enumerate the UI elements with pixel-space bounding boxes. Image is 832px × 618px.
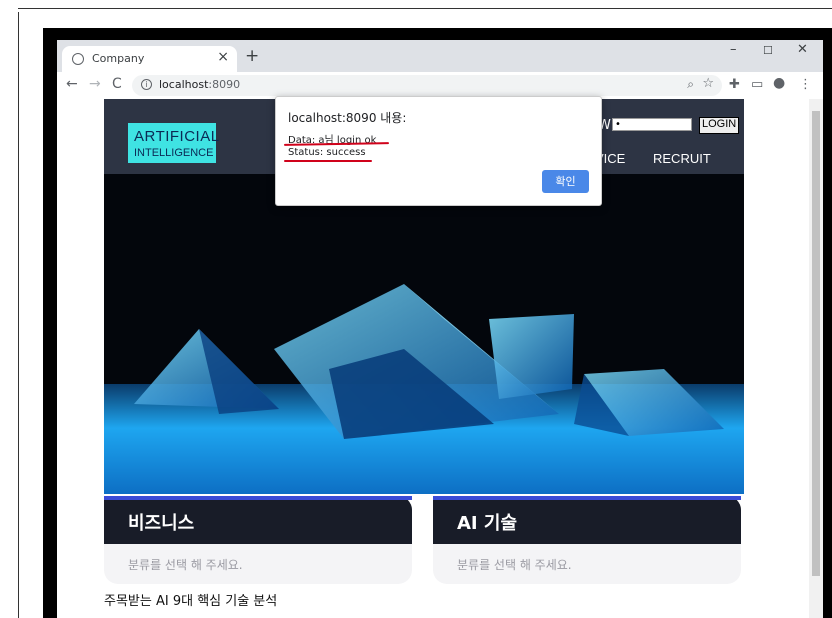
article-caption[interactable]: 주목받는 AI 9대 핵심 기술 분석: [104, 590, 277, 609]
browser-toolbar: ← → C i localhost:8090 ⌕ ☆ ✚ ▭ ● ⋮: [57, 72, 823, 99]
password-input[interactable]: •: [612, 118, 692, 131]
extensions-puzzle-icon[interactable]: ✚: [729, 77, 740, 92]
reload-icon[interactable]: C: [112, 76, 122, 92]
cast-icon[interactable]: ▭: [751, 77, 763, 92]
hero-image: [104, 174, 744, 494]
frame-top-line: [18, 8, 832, 9]
site-logo[interactable]: ARTIFICIAL INTELLIGENCE: [128, 123, 219, 163]
tab-company[interactable]: Company ×: [62, 46, 237, 73]
back-icon[interactable]: ←: [66, 76, 78, 92]
tab-title: Company: [92, 52, 145, 65]
card-business-placeholder: 분류를 선택 해 주세요.: [128, 558, 243, 572]
scrollbar[interactable]: [809, 99, 823, 618]
card-business-select[interactable]: 분류를 선택 해 주세요.: [104, 544, 412, 584]
bookmark-star-icon[interactable]: ☆: [702, 76, 714, 91]
address-bar[interactable]: i localhost:8090 ⌕ ☆: [132, 75, 722, 96]
alert-dialog: localhost:8090 내용: Data: a님 login ok Sta…: [275, 96, 602, 206]
ok-button[interactable]: 확인: [542, 170, 589, 193]
frame-left-line: [18, 12, 19, 618]
login-button[interactable]: LOGIN: [699, 117, 740, 134]
minimize-button[interactable]: –: [730, 42, 737, 57]
dialog-status-line: Status: success: [288, 147, 366, 158]
dialog-title: localhost:8090 내용:: [288, 111, 407, 125]
profile-avatar-icon[interactable]: ●: [773, 75, 785, 91]
zoom-icon[interactable]: ⌕: [687, 77, 694, 92]
maximize-button[interactable]: ☐: [763, 44, 773, 57]
card-business-title: 비즈니스: [128, 513, 195, 534]
forward-icon[interactable]: →: [89, 76, 101, 92]
globe-icon: [72, 53, 84, 65]
browser-menu-icon[interactable]: ⋮: [799, 77, 812, 92]
nav-item-recruit[interactable]: RECRUIT: [653, 151, 711, 166]
card-ai-tech[interactable]: AI 기술 분류를 선택 해 주세요.: [433, 496, 741, 586]
card-ai-tech-placeholder: 분류를 선택 해 주세요.: [457, 558, 572, 572]
glass-prisms-illustration: [104, 174, 744, 494]
new-tab-button[interactable]: +: [245, 46, 259, 66]
red-underline-annotation: [284, 160, 372, 162]
card-business[interactable]: 비즈니스 분류를 선택 해 주세요.: [104, 496, 412, 586]
scrollbar-thumb[interactable]: [812, 111, 820, 576]
close-window-button[interactable]: ✕: [797, 42, 808, 57]
card-ai-tech-select[interactable]: 분류를 선택 해 주세요.: [433, 544, 741, 584]
url-text: localhost:8090: [159, 78, 241, 91]
tab-close-icon[interactable]: ×: [217, 49, 229, 65]
card-ai-tech-title: AI 기술: [457, 513, 518, 534]
info-icon[interactable]: i: [141, 79, 152, 90]
tab-strip: Company × + – ☐ ✕: [57, 40, 823, 73]
